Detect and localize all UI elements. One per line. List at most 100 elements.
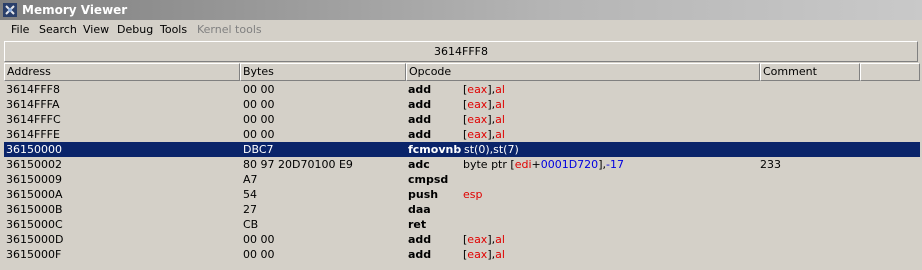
window-title: Memory Viewer — [22, 3, 128, 17]
row-comment: 233 — [760, 158, 781, 171]
row-bytes: CB — [243, 218, 259, 231]
operand-register: eax — [467, 233, 488, 246]
table-row-selected[interactable]: 36150000 DBC7 fcmovnb st(0),st(7) — [4, 142, 920, 157]
operand-number: -17 — [605, 158, 624, 171]
table-row[interactable]: 3614FFF8 00 00 add [eax],al — [4, 82, 920, 97]
disassembly-view[interactable]: 3614FFF8 00 00 add [eax],al 3614FFFA 00 00 add… — [4, 82, 920, 270]
row-opcode: add — [408, 83, 432, 96]
table-row[interactable]: 3614FFFE 00 00 add [eax],al — [4, 127, 920, 142]
row-bytes: 00 00 — [243, 248, 275, 261]
row-address: 36150000 — [6, 143, 62, 156]
operand-text: ], — [487, 233, 496, 246]
row-opcode: add — [408, 128, 432, 141]
row-address: 3615000F — [6, 248, 62, 261]
menu-bar: File Search View Debug Tools Kernel tool… — [0, 20, 922, 40]
row-bytes: DBC7 — [243, 143, 274, 156]
row-opcode: push — [408, 188, 439, 201]
operand-text: ], — [487, 128, 496, 141]
table-row[interactable]: 3615000D 00 00 add [eax],al — [4, 232, 920, 247]
table-row[interactable]: 3615000A 54 push esp — [4, 187, 920, 202]
row-address: 3614FFFA — [6, 98, 60, 111]
row-opcode: add — [408, 98, 432, 111]
row-address: 3614FFFE — [6, 128, 60, 141]
row-opcode: ret — [408, 218, 427, 231]
operand-register: edi — [514, 158, 532, 171]
table-row[interactable]: 3615000B 27 daa — [4, 202, 920, 217]
column-header-bytes[interactable]: Bytes — [240, 63, 406, 81]
column-header-opcode[interactable]: Opcode — [406, 63, 760, 81]
operand-register: eax — [467, 98, 488, 111]
table-row[interactable]: 3614FFFA 00 00 add [eax],al — [4, 97, 920, 112]
menu-search[interactable]: Search — [39, 23, 77, 36]
operand-text: ], — [487, 113, 496, 126]
menu-file[interactable]: File — [11, 23, 29, 36]
title-bar[interactable]: Memory Viewer — [0, 0, 922, 20]
table-row[interactable]: 3614FFFC 00 00 add [eax],al — [4, 112, 920, 127]
row-opcode: add — [408, 248, 432, 261]
operand-register: eax — [467, 83, 488, 96]
column-header-comment[interactable]: Comment — [760, 63, 860, 81]
operand-register: al — [495, 233, 505, 246]
row-bytes: 54 — [243, 188, 257, 201]
menu-tools[interactable]: Tools — [160, 23, 187, 36]
row-bytes: 00 00 — [243, 98, 275, 111]
operand-text: ], — [487, 83, 496, 96]
app-icon — [3, 3, 17, 17]
operand-register: esp — [463, 188, 483, 201]
operand-register: al — [495, 83, 505, 96]
row-address: 3615000C — [6, 218, 63, 231]
row-bytes: 27 — [243, 203, 257, 216]
row-bytes: 00 00 — [243, 128, 275, 141]
operand-text: ], — [598, 158, 606, 171]
table-row[interactable]: 3615000F 00 00 add [eax],al — [4, 247, 920, 262]
row-operands: esp — [463, 187, 482, 202]
row-address: 3615000D — [6, 233, 64, 246]
row-address: 3614FFFC — [6, 113, 61, 126]
operand-text: byte ptr [ — [463, 158, 515, 171]
operand-register: eax — [467, 248, 488, 261]
row-opcode: daa — [408, 203, 431, 216]
row-bytes: 80 97 20D70100 E9 — [243, 158, 353, 171]
row-address: 3615000B — [6, 203, 63, 216]
menu-kernel-tools[interactable]: Kernel tools — [197, 23, 262, 36]
menu-debug[interactable]: Debug — [117, 23, 153, 36]
operand-register: al — [495, 248, 505, 261]
column-header-filler — [860, 63, 920, 81]
operand-register: al — [495, 113, 505, 126]
row-operands: [eax],al — [463, 232, 505, 247]
row-opcode: add — [408, 233, 432, 246]
row-opcode: adc — [408, 158, 430, 171]
row-operands: [eax],al — [463, 247, 505, 262]
address-bar[interactable]: 3614FFF8 — [4, 41, 918, 62]
operand-register: al — [495, 128, 505, 141]
row-operands: st(0),st(7) — [464, 142, 519, 157]
row-address: 36150002 — [6, 158, 62, 171]
operand-register: eax — [467, 128, 488, 141]
operand-text: ], — [487, 98, 496, 111]
row-address: 36150009 — [6, 173, 62, 186]
row-bytes: A7 — [243, 173, 258, 186]
row-address: 3614FFF8 — [6, 83, 60, 96]
row-bytes: 00 00 — [243, 83, 275, 96]
table-row[interactable]: 36150002 80 97 20D70100 E9 adc byte ptr [ed… — [4, 157, 920, 172]
operand-register: eax — [467, 113, 488, 126]
row-bytes: 00 00 — [243, 113, 275, 126]
operand-text: ], — [487, 248, 496, 261]
column-header-address[interactable]: Address — [4, 63, 240, 81]
table-row[interactable]: 3615000C CB ret — [4, 217, 920, 232]
table-row[interactable]: 36150009 A7 cmpsd — [4, 172, 920, 187]
row-operands: [eax],al — [463, 127, 505, 142]
row-opcode: fcmovnb — [408, 143, 462, 156]
row-bytes: 00 00 — [243, 233, 275, 246]
operand-text: st(0),st(7) — [464, 143, 519, 156]
operand-number: 0001D720 — [540, 158, 599, 171]
operand-register: al — [495, 98, 505, 111]
row-operands: [eax],al — [463, 82, 505, 97]
row-operands: byte ptr [edi+0001D720],-17 — [463, 157, 624, 172]
menu-view[interactable]: View — [83, 23, 109, 36]
row-operands: [eax],al — [463, 97, 505, 112]
row-opcode: add — [408, 113, 432, 126]
row-address: 3615000A — [6, 188, 63, 201]
row-opcode: cmpsd — [408, 173, 449, 186]
row-operands: [eax],al — [463, 112, 505, 127]
